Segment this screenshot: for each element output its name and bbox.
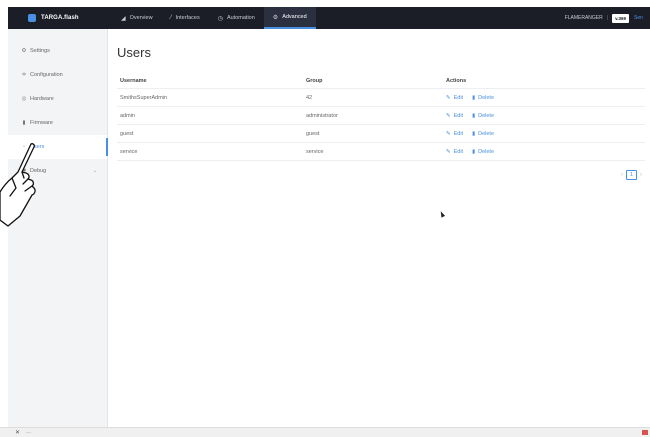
nav-automation[interactable]: ◷ Automation <box>209 7 264 29</box>
users-table: Username Group Actions SmithsSuperAdmin … <box>117 73 645 161</box>
nav-overview[interactable]: ◢ Overview <box>112 7 162 29</box>
sidebar-item-label: Hardware <box>30 96 54 102</box>
sidebar: ⚙ Settings ≑ Configuration ◎ Hardware ▮ … <box>8 29 108 427</box>
cell-group: administrator <box>306 112 338 119</box>
column-header-actions: Actions <box>446 77 467 84</box>
nav-advanced[interactable]: ⚙ Advanced <box>263 7 316 29</box>
edit-label: Edit <box>453 94 464 101</box>
cell-actions: ✎ Edit ▮ Delete <box>446 131 645 137</box>
column-header-group[interactable]: Group <box>306 78 446 84</box>
firmware-badge: v.369 <box>612 13 629 23</box>
edit-label: Edit <box>453 148 464 155</box>
table-row: guest guest ✎ Edit ▮ Delete <box>117 125 645 143</box>
cell-username: SmithsSuperAdmin <box>120 94 168 101</box>
sidebar-item-settings[interactable]: ⚙ Settings <box>8 39 107 63</box>
edit-label: Edit <box>453 112 464 119</box>
sliders-icon: ≑ <box>21 72 27 78</box>
delete-button[interactable]: ▮ Delete <box>472 131 494 137</box>
device-name: FLAMERANGER <box>564 15 603 21</box>
delete-button[interactable]: ▮ Delete <box>472 113 494 119</box>
pencil-icon: ⁄ <box>170 15 172 21</box>
clock-icon: ◷ <box>217 15 223 22</box>
delete-label: Delete <box>478 148 495 155</box>
nav-interfaces[interactable]: ⁄ Interfaces <box>162 7 209 29</box>
bottom-bar: ✕ — <box>0 427 650 437</box>
status-indicator <box>642 430 648 435</box>
gear-icon: ⚙ <box>21 48 27 54</box>
cell-username: guest <box>120 130 134 137</box>
trash-icon: ▮ <box>472 148 476 155</box>
prev-page-button[interactable]: ‹ <box>621 172 623 178</box>
cell-actions: ✎ Edit ▮ Delete <box>446 149 645 155</box>
top-navbar: TARGA.flash ◢ Overview ⁄ Interfaces ◷ Au… <box>8 7 650 29</box>
brand[interactable]: TARGA.flash <box>8 7 112 29</box>
pagination: ‹ 1 › <box>618 170 645 180</box>
close-icon[interactable]: ✕ <box>15 429 20 436</box>
pencil-icon: ✎ <box>446 148 451 155</box>
pencil-icon: ✎ <box>446 94 451 101</box>
cell-actions: ✎ Edit ▮ Delete <box>446 95 645 101</box>
cell-username: service <box>120 148 138 155</box>
trash-icon: ▮ <box>472 130 476 137</box>
minimize-icon[interactable]: — <box>26 430 31 436</box>
gear-icon: ⚙ <box>272 14 279 21</box>
sidebar-item-hardware[interactable]: ◎ Hardware <box>8 87 107 111</box>
table-header: Username Group Actions <box>117 73 645 89</box>
cell-username: admin <box>120 112 135 119</box>
main-content: Users Username Group Actions SmithsSuper… <box>109 29 650 427</box>
nav-label: Interfaces <box>175 15 200 21</box>
delete-label: Delete <box>478 130 495 137</box>
brand-name: TARGA.flash <box>41 15 79 21</box>
delete-button[interactable]: ▮ Delete <box>472 149 494 155</box>
cell-group: guest <box>306 130 320 137</box>
column-header-username[interactable]: Username <box>117 78 306 84</box>
cell-group: service <box>306 148 324 155</box>
pencil-icon: ✎ <box>446 112 451 119</box>
nav-label: Automation <box>226 15 255 21</box>
sidebar-item-label: Firmware <box>30 120 53 126</box>
sidebar-item-configuration[interactable]: ≑ Configuration <box>8 63 107 87</box>
cell-actions: ✎ Edit ▮ Delete <box>446 113 645 119</box>
edit-button[interactable]: ✎ Edit <box>446 95 463 101</box>
nav-label: Advanced <box>282 14 307 20</box>
sidebar-item-label: Settings <box>30 48 50 54</box>
separator: | <box>606 15 609 21</box>
delete-button[interactable]: ▮ Delete <box>472 95 494 101</box>
brand-logo-icon <box>28 14 36 22</box>
page-number-button[interactable]: 1 <box>625 170 637 180</box>
file-icon: ▮ <box>22 120 26 126</box>
next-page-button[interactable]: › <box>640 172 642 178</box>
pencil-icon: ✎ <box>446 130 451 137</box>
delete-label: Delete <box>478 94 495 101</box>
sidebar-item-label: Configuration <box>30 72 63 78</box>
table-row: admin administrator ✎ Edit ▮ Delete <box>117 107 645 125</box>
edit-button[interactable]: ✎ Edit <box>446 113 463 119</box>
edit-button[interactable]: ✎ Edit <box>446 149 463 155</box>
header-right: FLAMERANGER | v.369 Sen <box>564 13 650 23</box>
user-menu[interactable]: Sen <box>634 15 646 21</box>
sidebar-item-firmware[interactable]: ▮ Firmware <box>8 111 107 135</box>
chip-icon: ◎ <box>21 96 27 102</box>
table-row: SmithsSuperAdmin 42 ✎ Edit ▮ Delete <box>117 89 645 107</box>
edit-label: Edit <box>453 130 464 137</box>
table-row: service service ✎ Edit ▮ Delete <box>117 143 645 161</box>
chevron-down-icon: ⌄ <box>92 168 97 174</box>
chart-icon: ◢ <box>121 15 126 22</box>
cell-group: 42 <box>306 94 313 101</box>
trash-icon: ▮ <box>472 112 476 119</box>
pointing-hand-icon <box>0 143 36 227</box>
nav-label: Overview <box>129 15 153 21</box>
trash-icon: ▮ <box>472 94 476 101</box>
delete-label: Delete <box>478 112 495 119</box>
page-title: Users <box>117 45 151 60</box>
top-nav: ◢ Overview ⁄ Interfaces ◷ Automation ⚙ A… <box>112 7 316 29</box>
edit-button[interactable]: ✎ Edit <box>446 131 463 137</box>
